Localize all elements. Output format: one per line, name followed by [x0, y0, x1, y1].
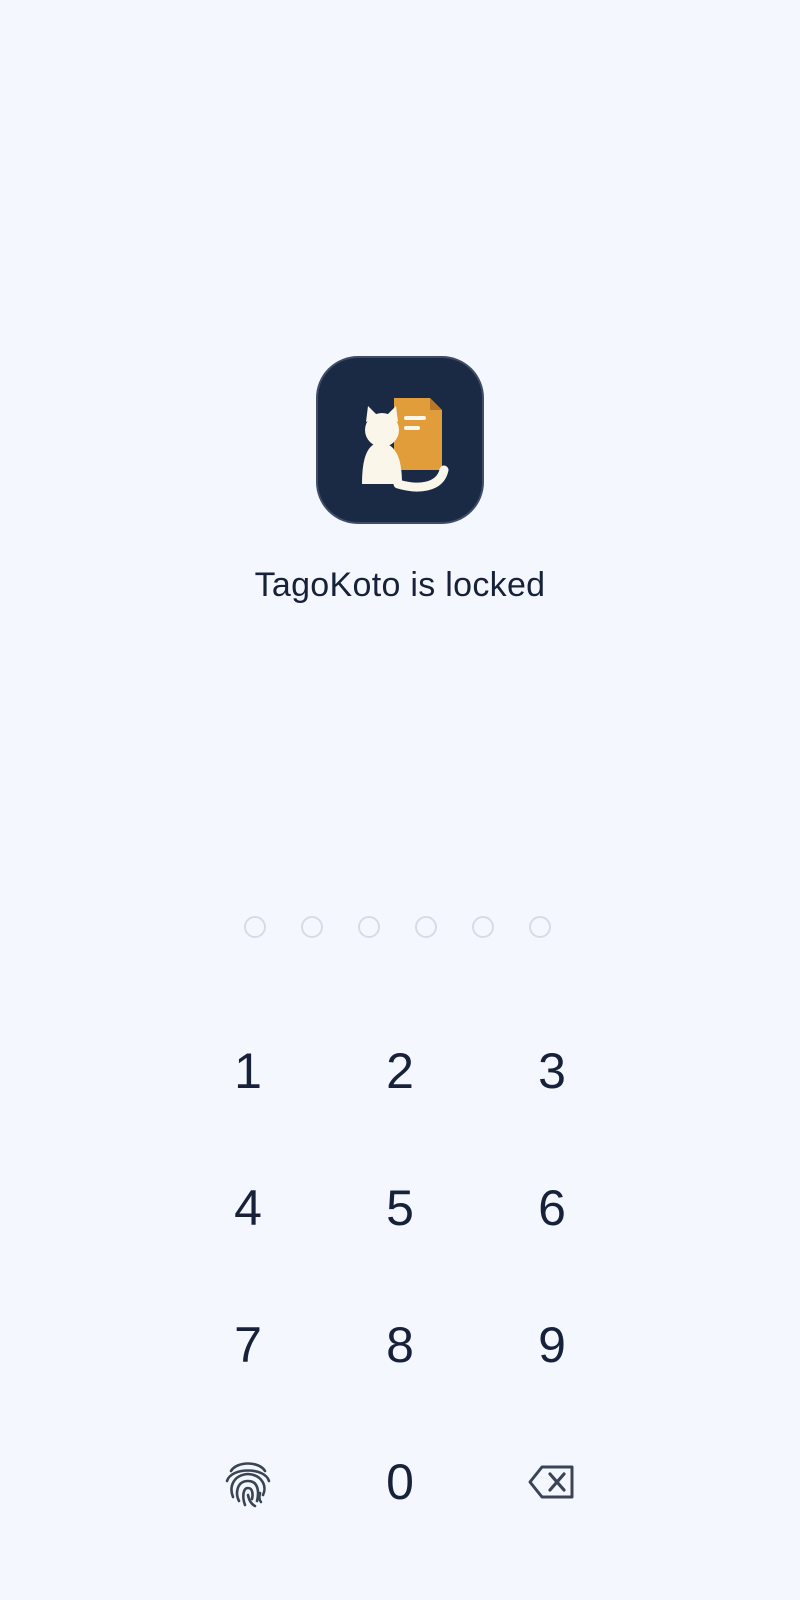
key-3[interactable]: 3 [492, 1016, 612, 1126]
key-4[interactable]: 4 [188, 1153, 308, 1263]
key-0[interactable]: 0 [340, 1427, 460, 1537]
key-8[interactable]: 8 [340, 1290, 460, 1400]
pin-dot [472, 916, 494, 938]
pin-dot [244, 916, 266, 938]
key-9[interactable]: 9 [492, 1290, 612, 1400]
key-7[interactable]: 7 [188, 1290, 308, 1400]
lock-message: TagoKoto is locked [254, 566, 546, 604]
pin-dot [301, 916, 323, 938]
fingerprint-icon [225, 1462, 271, 1508]
pin-indicator [244, 916, 560, 942]
pin-dot [529, 916, 551, 938]
pin-dot [415, 916, 437, 938]
pin-dot [358, 916, 380, 938]
app-logo-icon [316, 356, 484, 524]
key-6[interactable]: 6 [492, 1153, 612, 1263]
key-1[interactable]: 1 [188, 1016, 308, 1126]
lock-screen: TagoKoto is locked 1 2 3 4 5 6 7 8 9 0 [0, 0, 800, 1600]
key-2[interactable]: 2 [340, 1016, 460, 1126]
backspace-button[interactable] [492, 1427, 612, 1537]
backspace-icon [528, 1465, 574, 1499]
fingerprint-button[interactable] [188, 1427, 308, 1537]
key-5[interactable]: 5 [340, 1153, 460, 1263]
